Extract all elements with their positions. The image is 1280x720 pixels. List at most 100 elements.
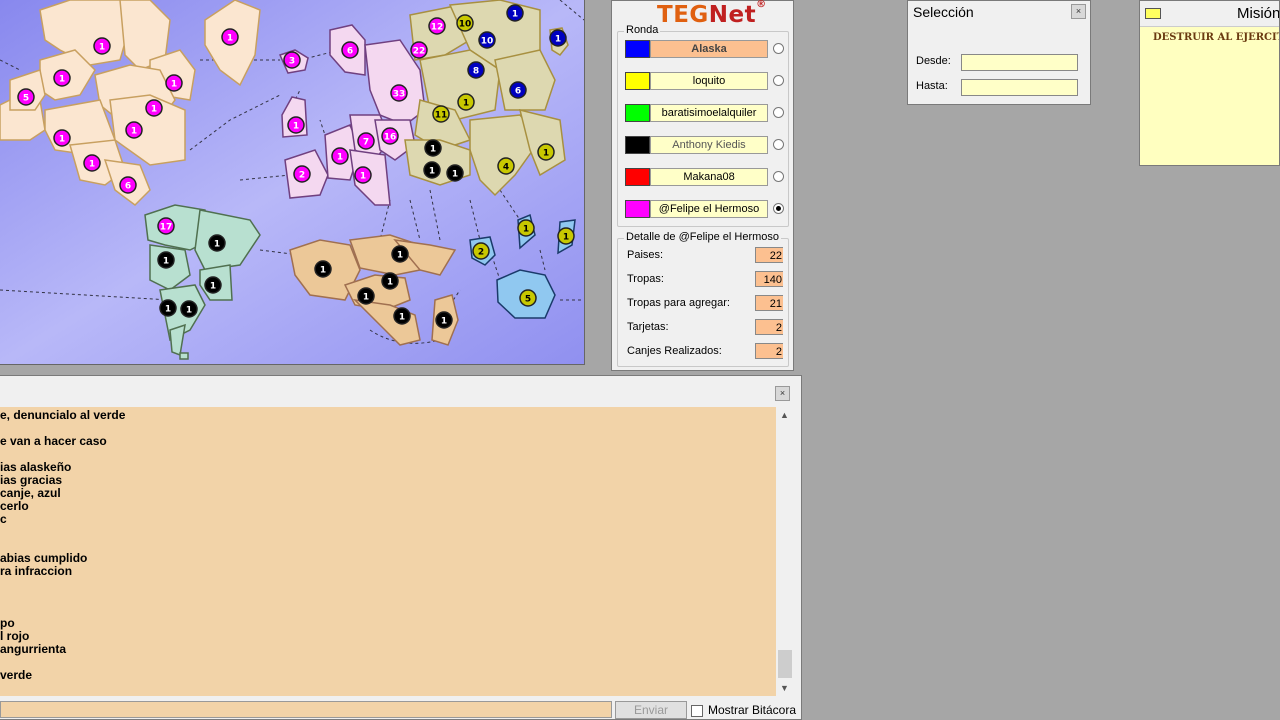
army-marker[interactable]: 5 xyxy=(519,289,537,307)
army-marker[interactable]: 1 xyxy=(391,245,409,263)
army-marker[interactable]: 10 xyxy=(456,14,474,32)
army-marker[interactable]: 1 xyxy=(354,166,372,184)
army-marker[interactable]: 1 xyxy=(393,307,411,325)
army-marker[interactable]: 1 xyxy=(357,287,375,305)
mostrar-bitacora-label: Mostrar Bitácora xyxy=(708,703,797,717)
army-marker[interactable]: 1 xyxy=(549,29,567,47)
army-marker[interactable]: 1 xyxy=(424,139,442,157)
army-count: 1 xyxy=(555,34,561,44)
army-marker[interactable]: 1 xyxy=(457,93,475,111)
army-marker[interactable]: 17 xyxy=(157,217,175,235)
player-color-swatch xyxy=(625,168,650,186)
army-marker[interactable]: 8 xyxy=(467,61,485,79)
army-marker[interactable]: 1 xyxy=(381,272,399,290)
army-marker[interactable]: 7 xyxy=(357,132,375,150)
army-marker[interactable]: 1 xyxy=(204,276,222,294)
army-marker[interactable]: 6 xyxy=(341,41,359,59)
army-marker[interactable]: 11 xyxy=(432,105,450,123)
mision-titlebar[interactable]: Misión xyxy=(1140,1,1279,27)
player-name: Makana08 xyxy=(650,168,768,186)
game-map[interactable]: 1 1 1 5 1 1 1 1 1 6 17 1 1 1 1 1 3 1 6 33 2 1 7 16 1 12 22 10 1 10 8 6 1… xyxy=(0,0,585,365)
player-radio[interactable] xyxy=(773,43,784,54)
chat-line: ra infraccion xyxy=(0,564,73,578)
army-marker[interactable]: 1 xyxy=(180,300,198,318)
army-marker[interactable]: 16 xyxy=(381,127,399,145)
army-count: 1 xyxy=(210,281,216,291)
player-row[interactable]: Makana08 xyxy=(625,168,787,186)
player-row[interactable]: @Felipe el Hermoso xyxy=(625,200,787,218)
army-marker[interactable]: 5 xyxy=(17,88,35,106)
army-marker[interactable]: 1 xyxy=(53,69,71,87)
scroll-thumb[interactable] xyxy=(778,650,792,678)
player-radio[interactable] xyxy=(773,203,784,214)
player-row[interactable]: Alaska xyxy=(625,40,787,58)
army-marker[interactable]: 1 xyxy=(557,227,575,245)
army-marker[interactable]: 1 xyxy=(165,74,183,92)
detail-label: Tropas para agregar: xyxy=(627,297,730,309)
army-marker[interactable]: 1 xyxy=(331,147,349,165)
army-count: 2 xyxy=(478,247,484,257)
army-marker[interactable]: 33 xyxy=(390,84,408,102)
chat-line: verde xyxy=(0,668,33,682)
chat-input[interactable] xyxy=(0,701,612,718)
logo-part-teg: TEG xyxy=(657,2,709,28)
army-count: 1 xyxy=(59,134,65,144)
player-radio[interactable] xyxy=(773,171,784,182)
army-count: 1 xyxy=(360,171,366,181)
army-marker[interactable]: 2 xyxy=(293,165,311,183)
scroll-up-icon[interactable]: ▲ xyxy=(780,410,789,420)
player-color-swatch xyxy=(625,136,650,154)
army-marker[interactable]: 3 xyxy=(283,51,301,69)
detail-row: Paises: 22 xyxy=(627,247,787,265)
army-marker[interactable]: 1 xyxy=(208,234,226,252)
scroll-down-icon[interactable]: ▼ xyxy=(780,683,789,693)
army-marker[interactable]: 4 xyxy=(497,157,515,175)
army-marker[interactable]: 1 xyxy=(287,116,305,134)
army-marker[interactable]: 1 xyxy=(517,219,535,237)
seleccion-close-button[interactable]: × xyxy=(1071,4,1086,19)
detail-row: Canjes Realizados: 2 xyxy=(627,343,787,361)
player-radio[interactable] xyxy=(773,75,784,86)
army-marker[interactable]: 2 xyxy=(472,242,490,260)
chat-close-button[interactable]: × xyxy=(775,386,790,401)
army-count: 17 xyxy=(160,222,173,232)
army-marker[interactable]: 1 xyxy=(506,4,524,22)
army-marker[interactable]: 1 xyxy=(93,37,111,55)
army-marker[interactable]: 1 xyxy=(537,143,555,161)
army-count: 5 xyxy=(525,294,531,304)
player-row[interactable]: loquito xyxy=(625,72,787,90)
card-icon xyxy=(1145,8,1161,19)
army-marker[interactable]: 1 xyxy=(435,311,453,329)
send-button[interactable]: Enviar xyxy=(615,701,687,719)
chat-scrollbar[interactable]: ▲ ▼ xyxy=(777,407,793,696)
army-count: 1 xyxy=(543,148,549,158)
army-marker[interactable]: 1 xyxy=(221,28,239,46)
army-marker[interactable]: 1 xyxy=(145,99,163,117)
desde-field[interactable] xyxy=(961,54,1078,71)
army-marker[interactable]: 1 xyxy=(423,161,441,179)
army-count: 1 xyxy=(227,33,233,43)
army-marker[interactable]: 1 xyxy=(446,164,464,182)
hasta-field[interactable] xyxy=(961,79,1078,96)
army-marker[interactable]: 1 xyxy=(159,299,177,317)
player-row[interactable]: baratisimoelalquiler xyxy=(625,104,787,122)
detail-label: Tarjetas: xyxy=(627,321,669,333)
player-radio[interactable] xyxy=(773,107,784,118)
player-row[interactable]: Anthony Kiedis xyxy=(625,136,787,154)
player-radio[interactable] xyxy=(773,139,784,150)
army-marker[interactable]: 12 xyxy=(428,17,446,35)
army-marker[interactable]: 10 xyxy=(478,31,496,49)
army-marker[interactable]: 1 xyxy=(314,260,332,278)
army-marker[interactable]: 1 xyxy=(53,129,71,147)
mostrar-bitacora-checkbox[interactable] xyxy=(691,705,703,717)
army-count: 1 xyxy=(397,250,403,260)
army-count: 22 xyxy=(413,46,426,56)
army-marker[interactable]: 1 xyxy=(83,154,101,172)
army-count: 1 xyxy=(387,277,393,287)
map-canvas[interactable]: 1115111116171111 131633217 161122210110861… xyxy=(0,0,584,364)
army-marker[interactable]: 1 xyxy=(125,121,143,139)
army-marker[interactable]: 22 xyxy=(410,41,428,59)
army-marker[interactable]: 6 xyxy=(119,176,137,194)
army-marker[interactable]: 6 xyxy=(509,81,527,99)
army-marker[interactable]: 1 xyxy=(157,251,175,269)
